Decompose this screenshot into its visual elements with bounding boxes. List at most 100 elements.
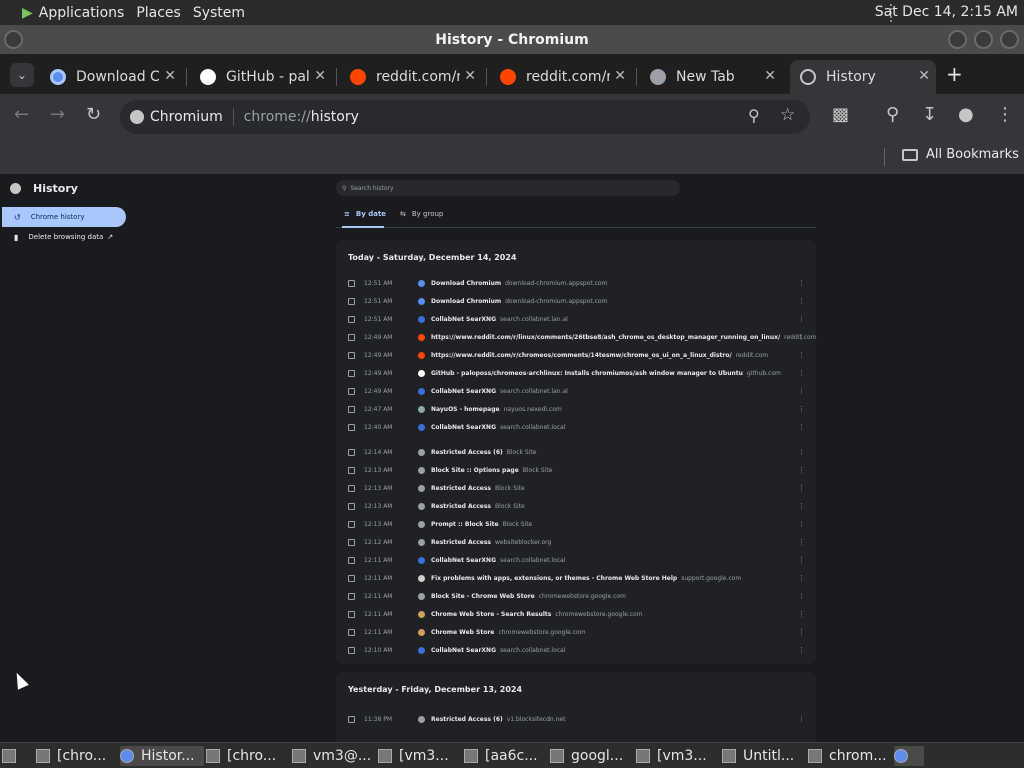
reload-icon[interactable]: ↻ [86, 104, 101, 125]
row-checkbox[interactable] [348, 502, 355, 510]
sidebar-item-delete-browsing-data[interactable]: ▮ Delete browsing data ↗ [2, 227, 126, 247]
page-title-link[interactable]: CollabNet SearXNG search.collabnet.lan.al [431, 388, 568, 395]
forward-icon[interactable]: → [50, 104, 65, 125]
history-row[interactable]: 12:13 AM Block Site :: Options page Block … [336, 461, 816, 479]
page-title-link[interactable]: Restricted Access (6) Block Site [431, 449, 536, 456]
close-icon[interactable]: ✕ [918, 68, 930, 84]
clock[interactable]: Sat Dec 14, 2:15 AM [875, 4, 1018, 20]
row-menu-icon[interactable]: ⋮ [798, 646, 805, 654]
row-menu-icon[interactable]: ⋮ [798, 715, 805, 723]
close-icon[interactable]: ✕ [164, 68, 176, 84]
row-menu-icon[interactable]: ⋮ [798, 297, 805, 305]
close-icon[interactable]: ✕ [314, 68, 326, 84]
history-row[interactable]: 12:51 AM CollabNet SearXNG search.collabne… [336, 310, 816, 328]
page-title-link[interactable]: Restricted Access Block Site [431, 485, 525, 492]
row-checkbox[interactable] [348, 297, 355, 305]
row-checkbox[interactable] [348, 484, 355, 492]
history-row[interactable]: 12:11 AM Fix problems with apps, extensio… [336, 569, 816, 587]
page-title-link[interactable]: Block Site - Chrome Web Store chromewebst… [431, 593, 626, 600]
row-checkbox[interactable] [348, 351, 355, 359]
page-title-link[interactable]: https://www.reddit.com/r/chromeos/commen… [431, 352, 768, 359]
history-row[interactable]: 12:13 AM Prompt :: Block Site Block Site ⋮ [336, 515, 816, 533]
row-menu-icon[interactable]: ⋮ [798, 315, 805, 323]
menu-system[interactable]: System [193, 5, 245, 21]
taskbar-button[interactable]: vm3@... [292, 746, 372, 766]
tab-history[interactable]: History ✕ [790, 60, 936, 94]
page-title-link[interactable]: Restricted Access Block Site [431, 503, 525, 510]
taskbar-button[interactable]: Untitl... [722, 746, 802, 766]
taskbar-button[interactable]: [chro... [206, 746, 286, 766]
taskbar-button[interactable]: [chro... [36, 746, 116, 766]
page-title-link[interactable]: Chrome Web Store chromewebstore.google.co… [431, 629, 586, 636]
all-bookmarks-button[interactable]: All Bookmarks [902, 147, 1019, 162]
taskbar-button[interactable]: googl... [550, 746, 630, 766]
row-menu-icon[interactable]: ⋮ [798, 351, 805, 359]
taskbar-button[interactable]: chrom... [808, 746, 888, 766]
row-menu-icon[interactable]: ⋮ [798, 369, 805, 377]
row-checkbox[interactable] [348, 520, 355, 528]
row-checkbox[interactable] [348, 405, 355, 413]
page-title-link[interactable]: Restricted Access (6) v1.blocksitecdn.net [431, 716, 565, 723]
row-menu-icon[interactable]: ⋮ [798, 279, 805, 287]
row-menu-icon[interactable]: ⋮ [798, 448, 805, 456]
row-menu-icon[interactable]: ⋮ [798, 610, 805, 618]
history-row[interactable]: 12:47 AM NayuOS - homepage nayuos.nexedi.c… [336, 400, 816, 418]
row-checkbox[interactable] [348, 538, 355, 546]
history-row[interactable]: 12:12 AM Restricted Access websiteblocker.… [336, 533, 816, 551]
tab-reddit-2[interactable]: reddit.com/r/ ✕ [490, 60, 632, 94]
menu-kebab-icon[interactable]: ⋮ [996, 104, 1014, 125]
page-title-link[interactable]: NayuOS - homepage nayuos.nexedi.com [431, 406, 562, 413]
row-checkbox[interactable] [348, 369, 355, 377]
page-title-link[interactable]: Chrome Web Store - Search Results chromew… [431, 611, 643, 618]
history-row[interactable]: 12:49 AM https://www.reddit.com/r/linux/c… [336, 328, 817, 346]
tab-new-tab[interactable]: New Tab ✕ [640, 60, 782, 94]
site-chip[interactable]: Chromium [150, 109, 223, 125]
row-menu-icon[interactable]: ⋮ [798, 484, 805, 492]
zoom-icon[interactable]: ⚲ [748, 106, 760, 125]
tab-github[interactable]: GitHub - palo ✕ [190, 60, 332, 94]
row-checkbox[interactable] [348, 592, 355, 600]
window-menu-button[interactable] [4, 30, 23, 49]
page-title-link[interactable]: Restricted Access websiteblocker.org [431, 539, 551, 546]
taskbar-button[interactable]: [vm3... [378, 746, 458, 766]
row-menu-icon[interactable]: ⋮ [798, 466, 805, 474]
page-title-link[interactable]: GitHub - paloposs/chromeos-archlinux: In… [431, 370, 781, 377]
taskbar-button[interactable] [2, 746, 24, 766]
row-menu-icon[interactable]: ⋮ [798, 628, 805, 636]
row-menu-icon[interactable]: ⋮ [798, 538, 805, 546]
menu-applications[interactable]: Applications [39, 5, 125, 21]
history-row[interactable]: 12:11 AM Block Site - Chrome Web Store chr… [336, 587, 816, 605]
page-title-link[interactable]: CollabNet SearXNG search.collabnet.local [431, 557, 565, 564]
row-checkbox[interactable] [348, 610, 355, 618]
row-checkbox[interactable] [348, 628, 355, 636]
search-history-input[interactable]: ⚲ Search history [336, 180, 680, 196]
bookmark-star-icon[interactable]: ☆ [780, 105, 795, 125]
back-icon[interactable]: ← [14, 104, 29, 125]
history-row[interactable]: 12:51 AM Download Chromium download-chromi… [336, 274, 816, 292]
tab-by-date[interactable]: ≡ By date [344, 210, 386, 218]
history-row[interactable]: 12:11 AM CollabNet SearXNG search.collabne… [336, 551, 816, 569]
row-checkbox[interactable] [348, 315, 355, 323]
close-icon[interactable]: ✕ [764, 68, 776, 84]
row-menu-icon[interactable]: ⋮ [798, 502, 805, 510]
row-checkbox[interactable] [348, 387, 355, 395]
new-tab-icon[interactable]: + [946, 62, 963, 86]
tab-by-group[interactable]: ⇆ By group [400, 210, 443, 218]
download-icon[interactable]: ↧ [922, 104, 937, 125]
page-title-link[interactable]: Prompt :: Block Site Block Site [431, 521, 532, 528]
row-checkbox[interactable] [348, 279, 355, 287]
page-title-link[interactable]: Download Chromium download-chromium.appsp… [431, 280, 607, 287]
row-checkbox[interactable] [348, 448, 355, 456]
row-menu-icon[interactable]: ⋮ [798, 574, 805, 582]
history-row[interactable]: 12:40 AM CollabNet SearXNG search.collabne… [336, 418, 816, 436]
history-row[interactable]: 12:13 AM Restricted Access Block Site ⋮ [336, 479, 816, 497]
row-checkbox[interactable] [348, 715, 355, 723]
minimize-button[interactable] [948, 30, 967, 49]
close-icon[interactable]: ✕ [464, 68, 476, 84]
history-row[interactable]: 12:14 AM Restricted Access (6) Block Site ⋮ [336, 443, 816, 461]
menu-places[interactable]: Places [136, 5, 181, 21]
tab-download-chromium[interactable]: Download Ch ✕ [40, 60, 182, 94]
row-menu-icon[interactable]: ⋮ [798, 556, 805, 564]
page-title-link[interactable]: Fix problems with apps, extensions, or t… [431, 575, 741, 582]
row-checkbox[interactable] [348, 646, 355, 654]
